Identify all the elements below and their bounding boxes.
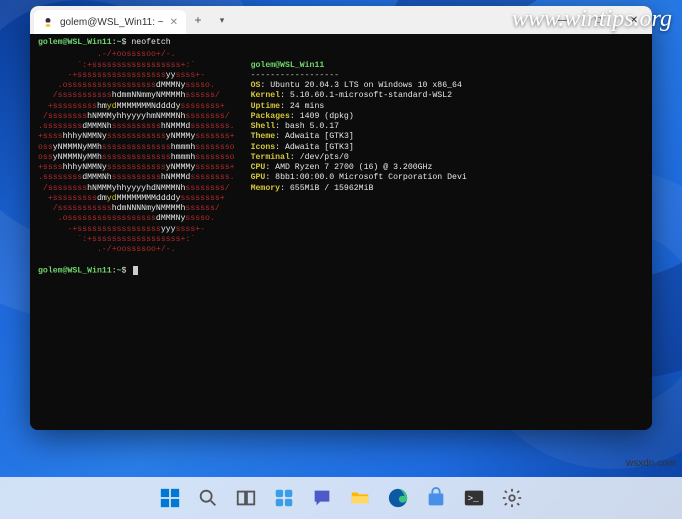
terminal-taskbar-button[interactable]: >_ xyxy=(456,480,492,516)
nf-title: golem@WSL_Win11 xyxy=(251,61,325,70)
tab-close-icon[interactable]: ✕ xyxy=(170,17,178,28)
command-text: neofetch xyxy=(131,38,170,47)
terminal-window: golem@WSL_Win11: ~ ✕ + ▾ — □ ✕ golem@WSL… xyxy=(30,6,652,430)
prompt-userhost: golem@WSL_Win11 xyxy=(38,266,112,275)
nf-rule: ------------------ xyxy=(251,71,339,80)
watermark-top: www.wintips.org xyxy=(512,6,672,33)
widgets-button[interactable] xyxy=(266,480,302,516)
tab-title: golem@WSL_Win11: ~ xyxy=(60,17,164,28)
tab-dropdown-icon[interactable]: ▾ xyxy=(210,15,234,26)
edge-button[interactable] xyxy=(380,480,416,516)
svg-text:>_: >_ xyxy=(468,493,479,504)
cursor xyxy=(133,266,138,275)
new-tab-button[interactable]: + xyxy=(186,13,210,27)
terminal-body[interactable]: golem@WSL_Win11:~$ neofetch .-/+oossssoo… xyxy=(30,34,652,430)
start-button[interactable] xyxy=(152,480,188,516)
watermark-bottom: wsxdn.com xyxy=(626,458,676,469)
chat-button[interactable] xyxy=(304,480,340,516)
taskview-button[interactable] xyxy=(228,480,264,516)
search-button[interactable] xyxy=(190,480,226,516)
store-button[interactable] xyxy=(418,480,454,516)
tab-active[interactable]: golem@WSL_Win11: ~ ✕ xyxy=(34,10,186,34)
prompt-userhost: golem@WSL_Win11 xyxy=(38,38,112,47)
tux-icon xyxy=(42,16,54,28)
settings-taskbar-button[interactable] xyxy=(494,480,530,516)
taskbar: >_ xyxy=(0,477,682,519)
explorer-button[interactable] xyxy=(342,480,378,516)
ubuntu-ascii-logo: .-/+oossssoo+/-. `:+ssssssssssssssssss+:… xyxy=(38,50,235,255)
neofetch-info: golem@WSL_Win11 ------------------ OS: U… xyxy=(251,50,644,255)
